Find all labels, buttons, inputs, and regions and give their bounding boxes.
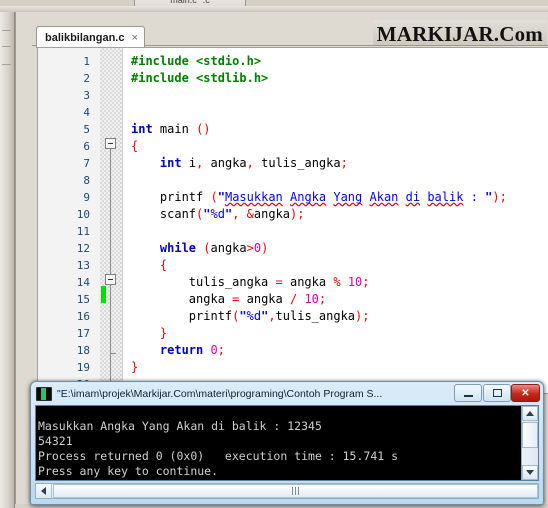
code-line[interactable]: angka = angka / 10; [38, 291, 548, 308]
code-line-text: } [159, 326, 168, 340]
code-line[interactable]: { [38, 138, 548, 155]
code-line-text: return 0; [159, 343, 225, 357]
tab-balikbilangan-c[interactable]: balikbilangan.c × [36, 26, 145, 48]
ide-window: main.c *.c MARKIJAR.Com balikbilangan.c … [0, 0, 548, 508]
horizontal-scroll-thumb[interactable] [53, 484, 538, 498]
code-line-text: printf("%d",tulis_angka); [188, 309, 370, 323]
maximize-icon [492, 389, 502, 397]
code-line[interactable]: while (angka>0) [38, 240, 548, 257]
code-line-text: tulis_angka = angka % 10; [188, 275, 370, 289]
console-vertical-scrollbar[interactable] [521, 406, 538, 480]
code-line[interactable] [38, 87, 548, 104]
scroll-left-icon[interactable] [36, 484, 52, 498]
console-output-area[interactable]: Masukkan Angka Yang Akan di balik : 1234… [35, 405, 539, 481]
code-line[interactable]: { [38, 257, 548, 274]
code-line-text: scanf("%d", &angka); [159, 207, 305, 221]
code-line[interactable] [38, 172, 548, 189]
tab-label: balikbilangan.c [45, 31, 125, 44]
left-dock-panel[interactable] [0, 12, 15, 508]
console-window[interactable]: "E:\imam\projek\Markijar.Com\materi\prog… [30, 381, 544, 505]
code-line-text: angka = angka / 10; [188, 292, 327, 306]
code-line[interactable]: scanf("%d", &angka); [38, 206, 548, 223]
console-output-text: Masukkan Angka Yang Akan di balik : 1234… [38, 418, 399, 478]
vertical-scroll-thumb[interactable] [522, 422, 538, 448]
code-line[interactable]: tulis_angka = angka % 10; [38, 274, 548, 291]
editor-tab-bar: balikbilangan.c × [32, 25, 548, 48]
code-line-text: #include <stdio.h> [131, 54, 262, 68]
code-line[interactable]: #include <stdio.h> [38, 53, 548, 70]
code-line-text: while (angka>0) [159, 241, 269, 255]
scroll-up-icon[interactable] [522, 406, 538, 421]
code-line[interactable]: return 0; [38, 342, 548, 359]
console-title: "E:\imam\projek\Markijar.Com\materi\prog… [57, 387, 383, 400]
code-line[interactable]: } [38, 325, 548, 342]
code-line[interactable] [38, 223, 548, 240]
code-line-text: int main () [131, 122, 211, 136]
scroll-down-icon[interactable] [522, 465, 538, 480]
code-line-text: printf ("Masukkan Angka Yang Akan di bal… [159, 190, 507, 204]
grip-icon [292, 487, 299, 495]
code-line-text: { [131, 139, 139, 153]
maximize-button[interactable] [483, 384, 511, 402]
code-line-text: { [159, 258, 168, 272]
minimize-button[interactable] [454, 384, 482, 402]
code-line-text: #include <stdlib.h> [131, 71, 269, 85]
code-line[interactable]: int i, angka, tulis_angka; [38, 155, 548, 172]
console-horizontal-scrollbar[interactable] [35, 483, 539, 499]
code-line[interactable]: #include <stdlib.h> [38, 70, 548, 87]
code-line-text: } [131, 360, 139, 374]
code-line[interactable]: printf ("Masukkan Angka Yang Akan di bal… [38, 189, 548, 206]
code-line-text: int i, angka, tulis_angka; [159, 156, 348, 170]
close-icon[interactable]: × [131, 32, 137, 44]
code-line[interactable]: int main () [38, 121, 548, 138]
code-editor-surface[interactable]: 1234567891011121314151617181920 #include… [37, 47, 548, 394]
console-icon [36, 386, 52, 401]
minimize-icon [463, 395, 473, 397]
code-line[interactable]: printf("%d",tulis_angka); [38, 308, 548, 325]
code-line[interactable]: } [38, 359, 548, 376]
close-button[interactable]: ✕ [511, 384, 540, 402]
console-title-bar[interactable]: "E:\imam\projek\Markijar.Com\materi\prog… [31, 382, 543, 405]
code-line[interactable] [38, 104, 548, 121]
